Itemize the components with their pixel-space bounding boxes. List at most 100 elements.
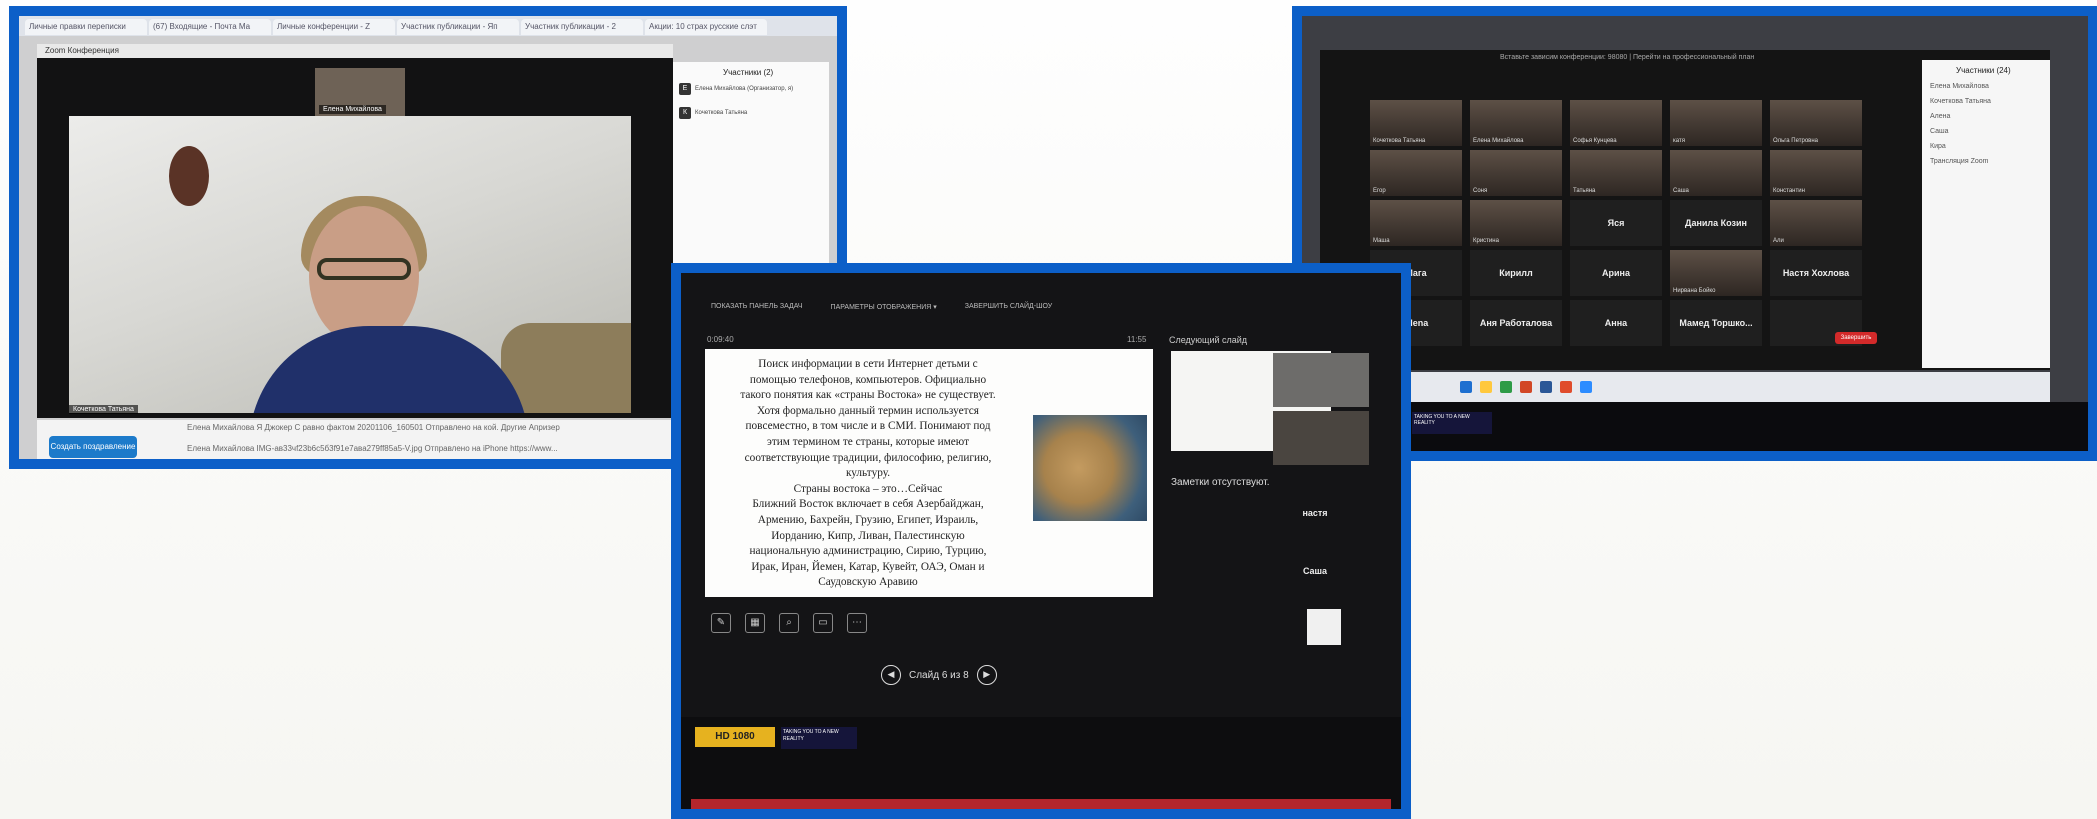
participant-video bbox=[1273, 411, 1369, 465]
tile-name: Анна bbox=[1604, 318, 1628, 328]
tile-name: Арина bbox=[1602, 268, 1630, 278]
tile-name: Настя Хохлова bbox=[1782, 268, 1850, 278]
video-tile[interactable]: Арина bbox=[1570, 250, 1662, 296]
video-tile[interactable]: Маша bbox=[1370, 200, 1462, 246]
sidebar-list: Елена Михайлова Кочеткова Татьяна Алена Саш… bbox=[1922, 79, 2050, 169]
excel-icon[interactable] bbox=[1500, 381, 1512, 393]
slide-text-line: Ирак, Иран, Йемен, Катар, Кувейт, ОАЭ, О… bbox=[751, 560, 985, 573]
video-tile[interactable]: Аня Работалова bbox=[1470, 300, 1562, 346]
slide-text-line: Иорданию, Кипр, Ливан, Палестинскую bbox=[771, 529, 965, 542]
tile-name: Кристина bbox=[1473, 238, 1499, 244]
zoom-icon[interactable] bbox=[1580, 381, 1592, 393]
current-slide: Поиск информации в сети Интернет детьми … bbox=[705, 349, 1153, 597]
video-tile[interactable]: Соня bbox=[1470, 150, 1562, 196]
browser-tab[interactable]: Акции: 10 страх русские слэт bbox=[645, 19, 767, 35]
participant-video bbox=[1307, 609, 1341, 645]
video-tile[interactable]: Кирилл bbox=[1470, 250, 1562, 296]
tile-name: Кирилл bbox=[1499, 268, 1533, 278]
tile-name: Софья Кунцева bbox=[1573, 138, 1617, 144]
tile-name: Саша bbox=[1673, 188, 1689, 194]
tile-name: Елена Михайлова bbox=[1473, 138, 1524, 144]
middle-east-map bbox=[1033, 415, 1147, 521]
video-tile[interactable]: Софья Кунцева bbox=[1570, 100, 1662, 146]
video-tile[interactable]: Егор bbox=[1370, 150, 1462, 196]
photo-inner: ПОКАЗАТЬ ПАНЕЛЬ ЗАДАЧ ПАРАМЕТРЫ ОТОБРАЖЕ… bbox=[681, 273, 1401, 809]
zoom-icon[interactable]: ⌕ bbox=[779, 613, 799, 633]
video-tile[interactable]: Настя Хохлова bbox=[1770, 250, 1862, 296]
tile-name: Татьяна bbox=[1573, 188, 1596, 194]
slide-text-line: Хотя формально данный термин используетс… bbox=[757, 404, 979, 417]
video-tile[interactable]: Яся bbox=[1570, 200, 1662, 246]
tile-name: Яся bbox=[1607, 218, 1625, 228]
windows-taskbar bbox=[1320, 372, 2050, 402]
video-tile[interactable]: Кочеткова Татьяна bbox=[1370, 100, 1462, 146]
more-icon[interactable]: ⋯ bbox=[847, 613, 867, 633]
video-tile[interactable]: Анна bbox=[1570, 300, 1662, 346]
word-icon[interactable] bbox=[1540, 381, 1552, 393]
video-grid: Кочеткова Татьяна Елена Михайлова Софья Ку… bbox=[1370, 100, 1880, 360]
photo-zoom-gallery: Вставьте зависим конференции: 98080 | Пе… bbox=[1292, 6, 2097, 461]
tile-name: Маша bbox=[1373, 238, 1390, 244]
participants-title: Участники (24) bbox=[1956, 66, 2011, 75]
video-tile[interactable]: Ольга Петровна bbox=[1770, 100, 1862, 146]
window-title: Zoom Конференция bbox=[37, 44, 673, 58]
create-greeting-button[interactable]: Создать поздравление bbox=[49, 436, 137, 458]
slide-counter: Слайд 6 из 8 bbox=[909, 669, 969, 681]
browser-tab[interactable]: Личные конференции - Z bbox=[273, 19, 395, 35]
tile-name: Мамед Торшко... bbox=[1679, 318, 1753, 328]
powerpoint-icon[interactable] bbox=[1520, 381, 1532, 393]
video-tile[interactable]: Мамед Торшко... bbox=[1670, 300, 1762, 346]
video-tile[interactable]: Кристина bbox=[1470, 200, 1562, 246]
slide-text-line: повсеместно, в том числе и в СМИ. Понима… bbox=[745, 420, 991, 433]
screen-icon[interactable]: ▭ bbox=[813, 613, 833, 633]
video-tile[interactable]: Татьяна bbox=[1570, 150, 1662, 196]
participant-name: Елена Михайлова (Организатор, я) bbox=[695, 86, 794, 92]
sidebar-item[interactable]: Кочеткова Татьяна bbox=[1922, 94, 2050, 109]
slide-text: Поиск информации в сети Интернет детьми … bbox=[709, 357, 1027, 591]
video-tile[interactable]: Константин bbox=[1770, 150, 1862, 196]
tile-name: Ольга Петровна bbox=[1773, 138, 1818, 144]
video-tile[interactable]: Нирвана Бойко bbox=[1670, 250, 1762, 296]
speaker-video bbox=[69, 116, 631, 413]
thumbnail-video: Елена Михайлова bbox=[315, 68, 405, 116]
participant-row[interactable]: Е Елена Михайлова (Организатор, я) bbox=[673, 77, 829, 101]
sidebar-item[interactable]: Саша bbox=[1922, 124, 2050, 139]
browser-tab[interactable]: Личные правки переписки bbox=[25, 19, 147, 35]
tile-name: Константин bbox=[1773, 188, 1805, 194]
presenter-tools: ✎ ▦ ⌕ ▭ ⋯ bbox=[711, 613, 867, 633]
sidebar-item[interactable]: Трансляция Zoom bbox=[1922, 154, 2050, 169]
video-tile[interactable]: Али bbox=[1770, 200, 1862, 246]
participant-row[interactable]: К Кочеткова Татьяна bbox=[673, 101, 829, 125]
sofa bbox=[501, 323, 631, 413]
prev-slide-icon[interactable]: ◀ bbox=[881, 665, 901, 685]
windows-icon[interactable] bbox=[1460, 381, 1472, 393]
participant-video bbox=[1273, 353, 1369, 407]
sidebar-item[interactable]: Кира bbox=[1922, 139, 2050, 154]
display-settings-button[interactable]: ПАРАМЕТРЫ ОТОБРАЖЕНИЯ ▾ bbox=[831, 303, 937, 319]
video-tile[interactable]: Данила Козин bbox=[1670, 200, 1762, 246]
browser-tab[interactable]: (67) Входящие - Почта Ma bbox=[149, 19, 271, 35]
end-slideshow-button[interactable]: ЗАВЕРШИТЬ СЛАЙД-ШОУ bbox=[965, 303, 1053, 319]
photo-presentation: ПОКАЗАТЬ ПАНЕЛЬ ЗАДАЧ ПАРАМЕТРЫ ОТОБРАЖЕ… bbox=[671, 263, 1411, 819]
browser-icon[interactable] bbox=[1560, 381, 1572, 393]
pen-icon[interactable]: ✎ bbox=[711, 613, 731, 633]
show-taskbar-button[interactable]: ПОКАЗАТЬ ПАНЕЛЬ ЗАДАЧ bbox=[711, 303, 803, 319]
browser-tab[interactable]: Участник публикации - 2 bbox=[521, 19, 643, 35]
sidebar-item[interactable]: Елена Михайлова bbox=[1922, 79, 2050, 94]
clock: 11:55 bbox=[1127, 335, 1147, 344]
next-slide-icon[interactable]: ▶ bbox=[976, 665, 997, 685]
red-strip bbox=[691, 799, 1391, 809]
end-meeting-button[interactable]: Завершить bbox=[1835, 332, 1877, 344]
participants-title: Участники (2) bbox=[723, 68, 774, 77]
browser-tab[interactable]: Участник публикации - Яп bbox=[397, 19, 519, 35]
video-tile[interactable]: Саша bbox=[1670, 150, 1762, 196]
presenter-toolbar: ПОКАЗАТЬ ПАНЕЛЬ ЗАДАЧ ПАРАМЕТРЫ ОТОБРАЖЕ… bbox=[691, 303, 1351, 319]
video-tile[interactable]: катя bbox=[1670, 100, 1762, 146]
slides-grid-icon[interactable]: ▦ bbox=[745, 613, 765, 633]
tile-name: Аня Работалова bbox=[1479, 318, 1553, 328]
video-tile[interactable]: Елена Михайлова bbox=[1470, 100, 1562, 146]
sidebar-item[interactable]: Алена bbox=[1922, 109, 2050, 124]
person-body bbox=[249, 326, 529, 413]
folder-icon[interactable] bbox=[1480, 381, 1492, 393]
slide-text-line: национальную администрацию, Сирию, Турци… bbox=[749, 545, 987, 558]
